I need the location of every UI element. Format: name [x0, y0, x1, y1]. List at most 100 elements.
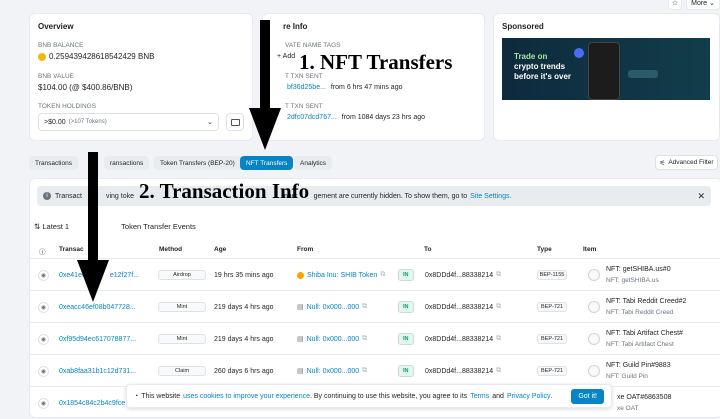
copy-icon[interactable]: ⧉ — [362, 335, 367, 343]
eye-icon[interactable]: ◉ — [38, 301, 49, 313]
site-settings-link[interactable]: Site Settings. — [470, 193, 511, 200]
annotation-arrow-1-shaft — [260, 20, 270, 112]
item-name[interactable]: NFT: Guild Pin#9883 — [606, 360, 671, 371]
age-cell: 260 days 6 hrs ago — [214, 367, 274, 375]
txn-hash-link[interactable]: 0x1854c84c2b4c9fce — [59, 387, 125, 419]
annotation-arrow-2-shaft — [88, 152, 98, 264]
overview-card: Overview BNB BALANCE 0.25943942861854242… — [29, 13, 253, 141]
header-item: Item — [583, 246, 597, 253]
item-name[interactable]: NFT: getSHIBA.us#0 — [606, 264, 671, 275]
favorite-button[interactable]: ☆ — [668, 0, 682, 10]
method-badge: Claim — [158, 366, 206, 376]
from-address-link[interactable]: Null: 0x000...000 — [307, 304, 360, 311]
cookie-banner: ◔ This website uses cookies to improve y… — [126, 384, 612, 408]
copy-icon[interactable]: ⧉ — [362, 367, 367, 375]
eye-icon[interactable]: ◉ — [38, 269, 49, 281]
item-collection: NFT: getSHIBA.us — [606, 277, 659, 284]
token-holdings-label: TOKEN HOLDINGS — [38, 103, 97, 110]
last-txn-time: from 1084 days 23 hrs ago — [341, 114, 426, 121]
annotation-arrow-2-head — [77, 260, 109, 302]
copy-icon[interactable]: ⧉ — [362, 303, 367, 311]
privacy-policy-link[interactable]: Privacy Policy — [507, 393, 551, 400]
bnb-value-label: BNB VALUE — [38, 73, 75, 80]
advanced-filter-button[interactable]: ⚟ Advanced Filter — [655, 155, 718, 170]
cookies-link[interactable]: uses cookies to improve your experience — [183, 393, 310, 400]
age-cell: 219 days 4 hrs ago — [214, 335, 274, 343]
copy-icon[interactable]: ⧉ — [496, 271, 501, 279]
tab-nft-transfers[interactable]: NFT Transfers — [240, 156, 294, 170]
direction-badge: IN — [398, 301, 414, 313]
method-badge: Mint — [158, 334, 206, 344]
direction-badge: IN — [398, 365, 414, 377]
from-address-link[interactable]: Null: 0x000...000 — [307, 368, 360, 375]
add-tag-link[interactable]: + Add — [277, 53, 295, 60]
item-name[interactable]: xe OAT#6863508 — [617, 392, 671, 403]
more-info-card: re Info VATE NAME TAGS + Add T TXN SENT … — [262, 13, 485, 141]
to-address: 0x8DDd4f...88338214 — [425, 303, 494, 311]
txn-hash-tail[interactable]: e12f27f... — [110, 272, 139, 279]
table-row: ◉ 0xeacc46ef08b047728... Mint 219 days 4… — [29, 290, 720, 322]
txn-hash-link[interactable]: 0xab8faa31b1c12d731... — [59, 355, 136, 387]
cookie-icon: ◔ — [134, 392, 139, 400]
sponsored-ad-banner[interactable]: Trade on crypto trends before it's over — [502, 38, 710, 100]
copy-icon[interactable]: ⧉ — [496, 367, 501, 375]
eye-icon[interactable]: ◉ — [38, 365, 49, 377]
first-txn-time: from 6 hrs 47 mins ago — [330, 84, 403, 91]
txn-hash-link[interactable]: 0xf95d94ec617078877... — [59, 323, 136, 355]
copy-icon[interactable]: ⧉ — [496, 303, 501, 311]
tab-analytics[interactable]: Analytics — [294, 156, 333, 170]
last-txn-label: T TXN SENT — [285, 103, 323, 110]
from-address-link[interactable]: Null: 0x000...000 — [307, 336, 360, 343]
type-badge: BEP-721 — [537, 334, 567, 344]
item-collection: xe OAT — [617, 405, 639, 412]
tab-token-transfers[interactable]: Token Transfers (BEP-20) — [154, 156, 241, 170]
tab-transactions[interactable]: Transactions — [29, 156, 78, 170]
got-it-button[interactable]: Got it! — [571, 388, 604, 404]
item-name[interactable]: NFT: Tabi Artifact Chest# — [606, 328, 683, 339]
method-badge: Airdrop — [158, 270, 206, 280]
first-txn-hash[interactable]: bf36d25be... — [287, 84, 326, 91]
to-address: 0x8DDd4f...88338214 — [425, 335, 494, 343]
ad-line-1: Trade on — [514, 52, 548, 61]
header-type: Type — [537, 246, 552, 253]
copy-icon[interactable]: ⧉ — [380, 271, 385, 279]
header-age[interactable]: Age — [214, 246, 226, 253]
close-icon[interactable]: ✕ — [697, 191, 705, 202]
item-name[interactable]: NFT: Tabi Reddit Creed#2 — [606, 296, 686, 307]
table-row: ◉ 0xab8faa31b1c12d731... Claim 260 days … — [29, 354, 720, 386]
filter-icon: ⚟ — [659, 159, 666, 167]
nft-icon — [588, 365, 600, 377]
more-button[interactable]: More ⌄ — [686, 0, 720, 10]
terms-link[interactable]: Terms — [470, 393, 489, 400]
cookie-text-b: . By continuing to use this website, you… — [309, 392, 468, 400]
tab-internal-transactions[interactable]: ransactions — [104, 156, 150, 170]
wallet-button[interactable] — [226, 113, 244, 131]
token-holdings-value: >$0.00 — [44, 118, 66, 126]
info-icon: i — [43, 192, 51, 200]
from-address-link[interactable]: Shiba Inu: SHIB Token — [307, 272, 377, 279]
ad-headline: Trade on crypto trends before it's over — [514, 52, 571, 82]
eye-icon[interactable]: ◉ — [38, 333, 49, 345]
document-icon: ▤ — [297, 304, 304, 311]
annotation-transaction-info: 2. Transaction Info — [139, 179, 310, 203]
eye-icon[interactable]: ◉ — [38, 397, 49, 409]
star-icon: ☆ — [671, 0, 679, 7]
copy-icon[interactable]: ⧉ — [496, 335, 501, 343]
ad-line-2: crypto trends — [514, 62, 566, 71]
token-icon — [297, 271, 304, 279]
latest-prefix: ⇅ Latest 1 — [34, 222, 70, 231]
to-address: 0x8DDd4f...88338214 — [425, 271, 494, 279]
nft-icon — [588, 269, 600, 281]
private-tags-label: VATE NAME TAGS — [285, 42, 341, 49]
age-cell: 19 hrs 35 mins ago — [214, 271, 274, 279]
last-txn-hash[interactable]: 2dfc07dcd767... — [287, 114, 337, 121]
cookie-text-a: This website — [141, 392, 181, 400]
annotation-nft-transfers: 1. NFT Transfers — [299, 50, 453, 74]
bnb-balance: 0.259439428618542429 BNB — [38, 52, 154, 61]
ad-phone-image — [588, 42, 620, 100]
sponsored-card: Sponsored Trade on crypto trends before … — [493, 13, 720, 141]
type-badge: BEP-721 — [537, 302, 567, 312]
token-holdings-select[interactable]: >$0.00 (>107 Tokens) ⌄ — [38, 113, 219, 131]
first-txn: bf36d25be... from 6 hrs 47 mins ago — [287, 84, 402, 91]
more-info-title: re Info — [283, 22, 308, 31]
